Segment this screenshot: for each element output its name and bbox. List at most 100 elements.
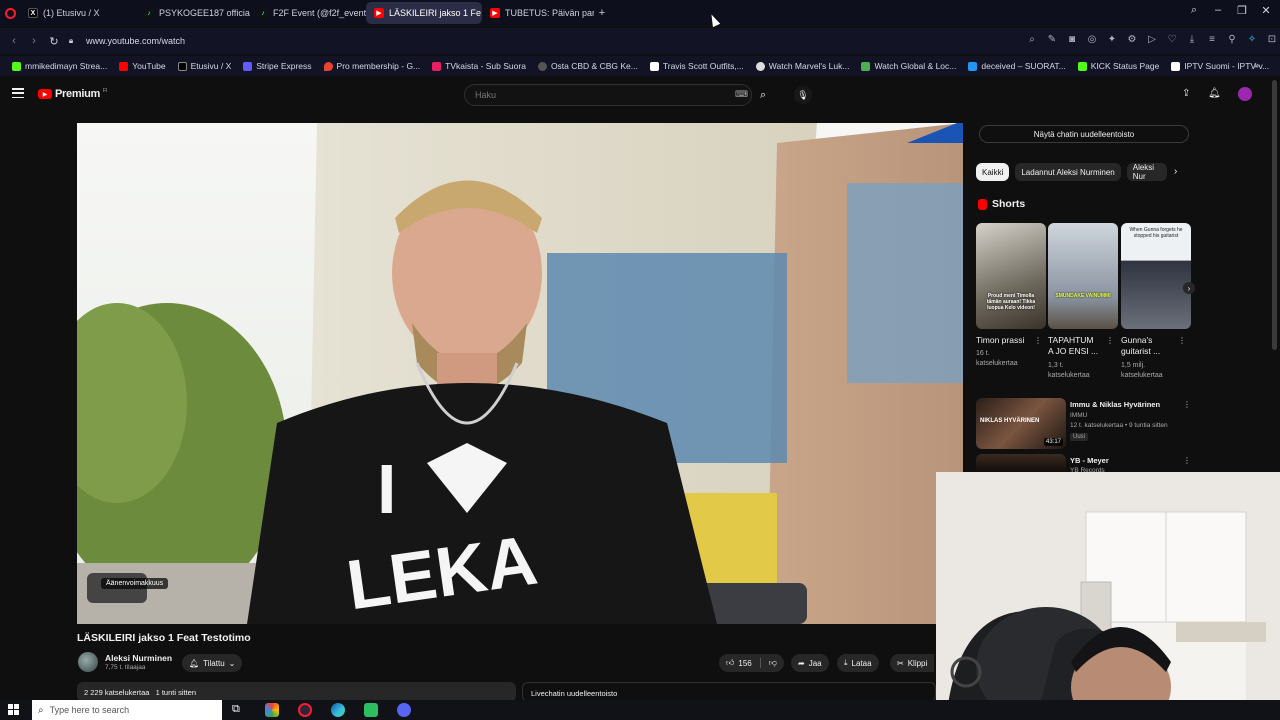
upload-icon[interactable]: ⇪ bbox=[1182, 88, 1190, 99]
bookmark-item[interactable]: Osta CBD & CBG Ke... bbox=[532, 61, 644, 71]
play-icon[interactable]: ▷ bbox=[1142, 34, 1162, 45]
chip-related[interactable]: Aleksi Nur bbox=[1126, 163, 1167, 181]
show-chat-replay-button[interactable]: Näytä chatin uudelleentoisto bbox=[979, 125, 1189, 143]
tab-tiktok-f2f[interactable]: ♪ F2F Event (@f2f_event) | bbox=[250, 2, 366, 24]
chip-uploaded-by[interactable]: Ladannut Aleksi Nurminen bbox=[1015, 163, 1121, 181]
settings-gear-icon[interactable]: ⚙ bbox=[1122, 34, 1142, 45]
bookmark-item[interactable]: deceived – SUORAT... bbox=[962, 61, 1071, 71]
chat-replay-bar[interactable]: Livechatin uudelleentoisto bbox=[522, 682, 936, 702]
video-title[interactable]: YB - Meyer bbox=[1070, 456, 1109, 465]
opera-taskbar-icon[interactable] bbox=[298, 703, 312, 717]
minimize-icon[interactable]: – bbox=[1206, 4, 1230, 16]
maximize-icon[interactable]: ❐ bbox=[1230, 4, 1254, 17]
multicolor-app-icon[interactable] bbox=[265, 703, 279, 717]
bookmark-item[interactable]: TVkaista - Sub Suora bbox=[426, 61, 532, 71]
chip-all[interactable]: Kaikki bbox=[976, 163, 1010, 181]
notifications-bell-icon[interactable]: 🔔︎ bbox=[1208, 88, 1221, 99]
url-field[interactable]: www.youtube.com/watch bbox=[86, 36, 185, 46]
like-button[interactable]: 👍︎ 156 👎︎ bbox=[719, 654, 784, 672]
hamburger-menu-icon[interactable] bbox=[12, 88, 24, 98]
task-view-icon[interactable]: ⧉ bbox=[232, 703, 240, 716]
discord-icon[interactable] bbox=[397, 703, 411, 717]
video-thumbnail[interactable] bbox=[976, 454, 1066, 472]
vpn-icon[interactable]: ◎ bbox=[1082, 34, 1102, 45]
video-player[interactable]: I LEKA Äänenvoimakkuus bbox=[77, 123, 963, 624]
more-vert-icon[interactable]: ⋮ bbox=[1183, 400, 1191, 409]
chevron-down-icon: ⌄ bbox=[228, 658, 236, 668]
more-vert-icon[interactable]: ⋮ bbox=[1178, 336, 1186, 345]
tab-x-home[interactable]: X (1) Etusivu / X bbox=[20, 2, 136, 24]
bookmark-item[interactable]: Watch Global & Loc... bbox=[855, 61, 962, 71]
image-icon bbox=[968, 61, 978, 71]
subscribed-button[interactable]: 🔔︎ Tilattu ⌄ bbox=[182, 654, 243, 672]
share-button[interactable]: ➦ Jaa bbox=[791, 654, 829, 672]
bookmark-item[interactable]: mmikedimayn Strea... bbox=[6, 61, 113, 71]
close-window-icon[interactable]: ✕ bbox=[1254, 4, 1278, 17]
bookmarks-more-icon[interactable]: » bbox=[1254, 60, 1259, 70]
page-scrollbar[interactable] bbox=[1272, 80, 1277, 350]
clip-button[interactable]: ✂ Klippi bbox=[890, 654, 935, 672]
short-title[interactable]: TAPAHTUM bbox=[1048, 335, 1094, 346]
short-thumbnail[interactable]: Proud meni Timolla tämän auraan! Tikka l… bbox=[976, 223, 1046, 329]
search-icon[interactable]: ⌕ bbox=[760, 89, 766, 102]
shorts-next-chevron-icon[interactable]: › bbox=[1183, 282, 1195, 294]
thumbs-down-icon: 👎︎ bbox=[768, 658, 777, 667]
shorts-logo-icon bbox=[978, 198, 987, 210]
windows-start-icon[interactable] bbox=[8, 704, 19, 715]
channel-avatar[interactable] bbox=[78, 652, 98, 672]
taskbar-search-box[interactable]: ⌕ Type here to search bbox=[32, 700, 222, 720]
back-icon[interactable]: ‹ bbox=[4, 35, 24, 47]
tab-youtube-laskileiri[interactable]: ▶ LÄSKILEIRI jakso 1 Fe bbox=[366, 2, 482, 24]
camera-icon[interactable]: ◙ bbox=[1062, 34, 1082, 45]
short-thumbnail[interactable]: SMUNDAKE VAINUMMI bbox=[1048, 223, 1118, 329]
edge-icon[interactable] bbox=[331, 703, 345, 717]
profile-icon[interactable]: ⚲ bbox=[1222, 34, 1242, 45]
tab-search-icon[interactable]: ⌕ bbox=[1182, 4, 1206, 17]
tab-tiktok-psykogee[interactable]: ♪ PSYKOGEE187 official (@ bbox=[136, 2, 250, 24]
new-tab-plus-icon[interactable]: + bbox=[594, 7, 610, 19]
more-vert-icon[interactable]: ⋮ bbox=[1106, 336, 1114, 345]
bookmark-item[interactable]: Etusivu / X bbox=[172, 61, 238, 71]
green-app-icon[interactable] bbox=[364, 703, 378, 717]
chevron-right-icon[interactable]: › bbox=[1174, 166, 1177, 177]
tvkaista-icon bbox=[432, 61, 442, 71]
avatar[interactable] bbox=[1238, 87, 1252, 101]
reload-icon[interactable]: ↻ bbox=[44, 35, 64, 48]
tab-youtube-tubetus[interactable]: ▶ TUBETUS: Päivän parhaat bbox=[482, 2, 594, 24]
zoom-icon[interactable]: ⌕ bbox=[1022, 34, 1042, 45]
video-title[interactable]: Immu & Niklas Hyvärinen bbox=[1070, 400, 1160, 409]
short-title[interactable]: Gunna's bbox=[1121, 335, 1152, 346]
opera-logo-icon[interactable] bbox=[0, 3, 20, 23]
bookmark-item[interactable]: YouTube bbox=[113, 61, 171, 71]
aria-icon[interactable]: ✧ bbox=[1242, 34, 1262, 45]
bookmark-item[interactable]: Pro membership - G... bbox=[318, 61, 427, 71]
forward-icon[interactable]: › bbox=[24, 35, 44, 47]
youtube-premium-logo[interactable]: ▶ Premium FI bbox=[38, 88, 107, 100]
download-button[interactable]: ⤓ Lataa bbox=[837, 654, 879, 672]
video-thumbnail[interactable]: NIKLAS HYVÄRINEN 43:17 bbox=[976, 398, 1066, 449]
bookmark-item[interactable]: Watch Marvel's Luk... bbox=[750, 61, 856, 71]
youtube-icon: ▶ bbox=[490, 8, 500, 18]
svg-text:I: I bbox=[377, 450, 396, 528]
short-title[interactable]: Timon prassi bbox=[976, 335, 1024, 346]
more-vert-icon[interactable]: ⋮ bbox=[1034, 336, 1042, 345]
search-input[interactable]: Haku ⌨ bbox=[464, 84, 752, 106]
download-icon[interactable]: ⤓ bbox=[1182, 34, 1202, 45]
edit-icon[interactable]: ✎ bbox=[1042, 34, 1062, 45]
channel-name[interactable]: Aleksi Nurminen bbox=[105, 653, 172, 663]
browser-tab-strip: X (1) Etusivu / X ♪ PSYKOGEE187 official… bbox=[0, 0, 1280, 26]
microphone-icon[interactable]: 🎙︎ bbox=[794, 86, 812, 104]
bookmark-item[interactable]: Stripe Express bbox=[237, 61, 317, 71]
keyboard-icon[interactable]: ⌨ bbox=[735, 89, 748, 100]
description-box[interactable]: 2 229 katselukertaa 1 tunti sitten bbox=[77, 682, 516, 702]
short-thumbnail[interactable]: When Gunna forgets he stopped his guitar… bbox=[1121, 223, 1191, 329]
menu-lines-icon[interactable]: ≡ bbox=[1202, 34, 1222, 45]
bookmark-item[interactable]: Travis Scott Outfits,... bbox=[644, 61, 750, 71]
extension-icon[interactable]: ✦ bbox=[1102, 34, 1122, 45]
more-vert-icon[interactable]: ⋮ bbox=[1183, 456, 1191, 465]
easy-setup-icon[interactable]: ⊡ bbox=[1262, 34, 1280, 45]
stripe-icon bbox=[243, 61, 253, 71]
video-meta: 12 t. katselukertaa • 9 tuntia sitten bbox=[1070, 422, 1168, 429]
heart-icon[interactable]: ♡ bbox=[1162, 34, 1182, 45]
bookmark-item[interactable]: KICK Status Page bbox=[1072, 61, 1166, 71]
